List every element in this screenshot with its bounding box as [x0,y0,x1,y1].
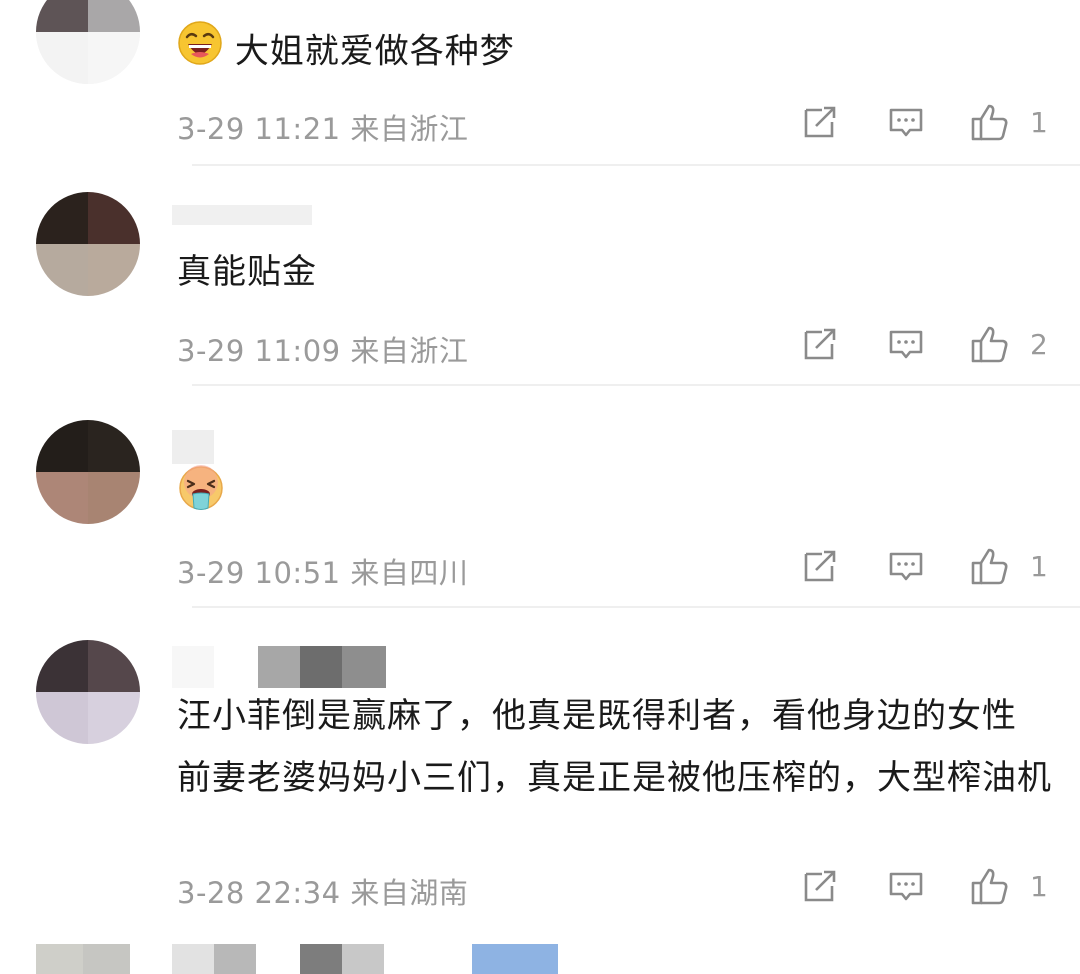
avatar[interactable] [36,192,140,296]
comment-location: 来自湖南 [350,876,469,910]
thumbs-up-icon[interactable] [970,546,1010,586]
username-blurred[interactable] [172,430,214,464]
comment-text: 大姐就爱做各种梦 [177,20,1057,86]
thumbs-up-icon[interactable] [970,866,1010,906]
divider [192,384,1080,386]
comment-text-content: 大姐就爱做各种梦 [234,31,515,72]
comment-time: 3-29 11:09 [177,334,341,368]
divider [192,606,1080,608]
comment-location: 来自浙江 [350,334,469,368]
comment-time: 3-29 10:51 [177,556,341,590]
laughing-emoji-icon [177,20,223,86]
comment-text-content: 真能贴金 [177,252,317,292]
avatar[interactable] [36,0,140,84]
username-blurred[interactable] [172,944,558,974]
username-blurred[interactable] [172,646,386,688]
comment-text-content: 汪小菲倒是赢麻了，他真是既得利者，看他身边的女性 前妻老婆妈妈小三们，真是正是被… [177,696,1052,798]
comment-actions: 1 [802,102,1048,142]
vomiting-emoji-icon [177,464,225,532]
comment-text [177,464,1057,532]
divider [192,164,1080,166]
comment-text: 汪小菲倒是赢麻了，他真是既得利者，看他身边的女性 前妻老婆妈妈小三们，真是正是被… [177,685,1057,809]
username-blurred[interactable] [172,205,312,235]
comment-actions: 1 [802,866,1048,906]
comment-meta: 3-28 22:34 来自湖南 [177,870,468,912]
comment-time: 3-29 11:21 [177,112,341,146]
like-count: 1 [1030,549,1048,583]
avatar[interactable] [36,420,140,524]
repost-icon[interactable] [802,104,838,140]
comment-location: 来自浙江 [350,112,469,146]
comment-meta: 3-29 11:09 来自浙江 [177,328,468,370]
comment-actions: 2 [802,324,1048,364]
thumbs-up-icon[interactable] [970,324,1010,364]
comment-time: 3-28 22:34 [177,876,341,910]
comment-icon[interactable] [888,326,924,362]
comment-meta: 3-29 10:51 来自四川 [177,550,468,592]
repost-icon[interactable] [802,868,838,904]
comment-text: 真能贴金 [177,241,1057,303]
avatar[interactable] [36,640,140,744]
avatar[interactable] [36,944,130,974]
comment-meta: 3-29 11:21 来自浙江 [177,106,468,148]
like-count: 1 [1030,869,1048,903]
comment-actions: 1 [802,546,1048,586]
repost-icon[interactable] [802,548,838,584]
thumbs-up-icon[interactable] [970,102,1010,142]
like-count: 2 [1030,327,1048,361]
repost-icon[interactable] [802,326,838,362]
comment-icon[interactable] [888,548,924,584]
like-count: 1 [1030,105,1048,139]
comment-location: 来自四川 [350,556,469,590]
comment-icon[interactable] [888,868,924,904]
comment-icon[interactable] [888,104,924,140]
